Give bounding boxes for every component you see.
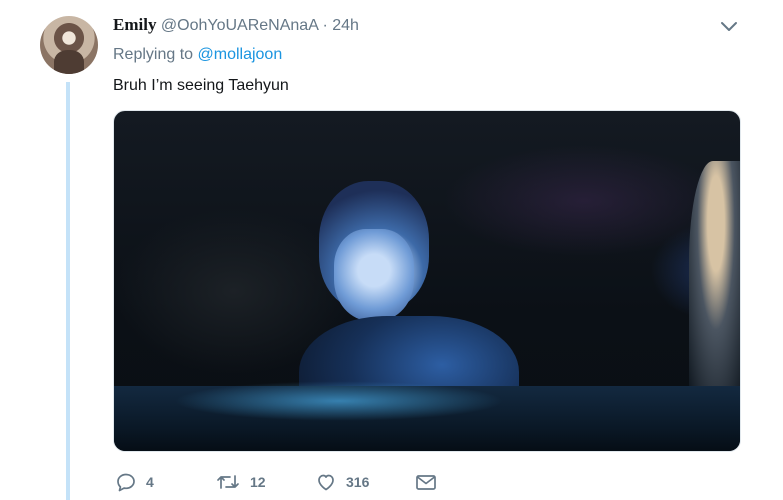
retweet-button[interactable]: 12 bbox=[216, 470, 266, 494]
like-button[interactable]: 316 bbox=[316, 470, 369, 494]
separator-dot: · bbox=[322, 17, 328, 34]
display-name[interactable]: Emily bbox=[113, 15, 156, 34]
tweet-header: Emily @OohYoUAReNAnaA · 24h bbox=[113, 15, 359, 36]
like-count: 316 bbox=[346, 474, 370, 490]
media-person-right bbox=[689, 161, 740, 411]
tweet-media[interactable] bbox=[113, 110, 741, 452]
direct-message-button[interactable] bbox=[415, 470, 437, 494]
avatar[interactable] bbox=[40, 16, 98, 74]
thread-line bbox=[66, 82, 70, 500]
mention-link[interactable]: @mollajoon bbox=[198, 46, 283, 63]
retweet-icon bbox=[216, 472, 240, 492]
retweet-count: 12 bbox=[250, 474, 266, 490]
reply-icon bbox=[116, 472, 136, 492]
media-stage-glow bbox=[174, 381, 504, 421]
reply-button[interactable]: 4 bbox=[116, 470, 154, 494]
heart-icon bbox=[316, 472, 336, 492]
replying-prefix: Replying to bbox=[113, 46, 194, 63]
tweet-text: Bruh I’m seeing Taehyun bbox=[113, 77, 289, 94]
tweet-actions: 4 12 316 bbox=[113, 470, 453, 494]
reply-count: 4 bbox=[146, 474, 154, 490]
envelope-icon bbox=[415, 472, 437, 492]
timestamp[interactable]: 24h bbox=[332, 17, 359, 34]
replying-to: Replying to @mollajoon bbox=[113, 45, 282, 65]
user-handle[interactable]: @OohYoUAReNAnaA bbox=[161, 17, 318, 34]
chevron-down-icon[interactable] bbox=[720, 20, 738, 34]
media-person-face bbox=[334, 229, 414, 321]
